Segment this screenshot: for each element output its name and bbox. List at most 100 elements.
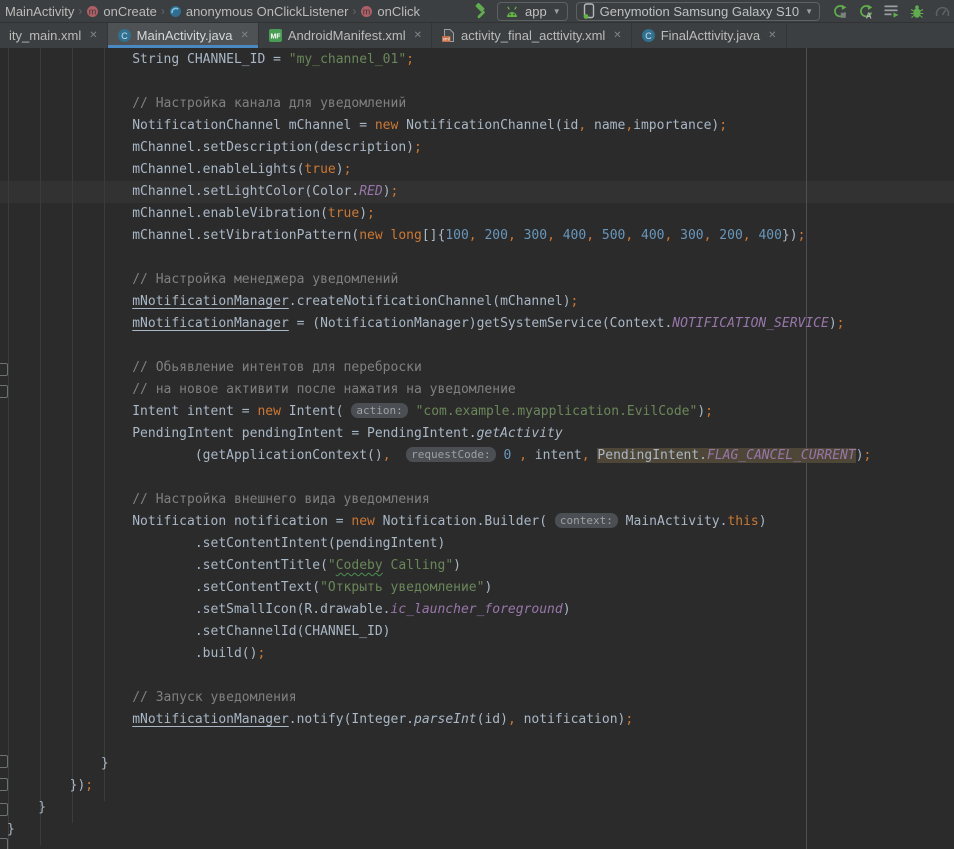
code-area: String CHANNEL_ID = "my_channel_01"; // … [0, 49, 954, 841]
code-line[interactable]: .setSmallIcon(R.drawable.ic_launcher_for… [0, 599, 954, 621]
tab-label: FinalActtivity.java [661, 28, 760, 43]
parameter-hint: requestCode: [406, 447, 495, 462]
phone-icon [583, 3, 595, 19]
code-line[interactable]: mNotificationManager = (NotificationMana… [0, 313, 954, 335]
code-line[interactable]: .setChannelId(CHANNEL_ID) [0, 621, 954, 643]
code-line[interactable]: Notification notification = new Notifica… [0, 511, 954, 533]
java-class-icon: C [641, 28, 656, 43]
device-label: Genymotion Samsung Galaxy S10 [600, 4, 799, 19]
code-line[interactable]: }); [0, 775, 954, 797]
code-line[interactable]: // Запуск уведомления [0, 687, 954, 709]
code-line[interactable]: mNotificationManager.notify(Integer.pars… [0, 709, 954, 731]
tab-label: activity_final_acttivity.xml [461, 28, 605, 43]
code-line[interactable] [0, 665, 954, 687]
code-line[interactable] [0, 335, 954, 357]
editor-tab-bar: ity_main.xml ✕ C MainActivity.java ✕ MF Androi… [0, 23, 954, 48]
tab-label: MainActivity.java [137, 28, 233, 43]
breadcrumb-item[interactable]: MainActivity [2, 4, 77, 19]
code-line[interactable]: NotificationChannel mChannel = new Notif… [0, 115, 954, 137]
profile-icon[interactable] [935, 4, 950, 18]
breadcrumb-item[interactable]: anonymous OnClickListener [166, 4, 352, 19]
code-line[interactable]: Intent intent = new Intent( action: "com… [0, 401, 954, 423]
breadcrumb-label: anonymous OnClickListener [186, 4, 349, 19]
code-line[interactable]: .setContentText("Открыть уведомление") [0, 577, 954, 599]
fold-marker[interactable] [0, 803, 8, 816]
code-line[interactable]: (getApplicationContext(), requestCode: 0… [0, 445, 954, 467]
anonymous-class-icon [169, 5, 182, 18]
tab-FinalActtivity.java[interactable]: C FinalActtivity.java ✕ [632, 23, 787, 48]
code-line[interactable]: } [0, 819, 954, 841]
fold-marker[interactable] [0, 778, 8, 791]
tab-activity_final_acttivity.xml[interactable]: xml activity_final_acttivity.xml ✕ [432, 23, 632, 48]
debug-icon[interactable] [910, 4, 924, 19]
run-configurations-icon[interactable] [884, 4, 899, 18]
method-icon: m [86, 5, 99, 18]
apply-changes-icon[interactable]: A [858, 4, 873, 19]
parameter-hint: action: [351, 403, 407, 418]
code-line[interactable]: // Настройка внешнего вида уведомления [0, 489, 954, 511]
breadcrumb: MainActivity›monCreate›anonymous OnClick… [2, 4, 423, 19]
code-line[interactable]: mChannel.enableLights(true); [0, 159, 954, 181]
rerun-icon[interactable] [832, 4, 847, 19]
breadcrumb-item[interactable]: m onCreate [83, 4, 159, 19]
fold-marker[interactable] [0, 385, 8, 398]
device-select[interactable]: Genymotion Samsung Galaxy S10 ▼ [576, 2, 820, 21]
android-studio-window: MainActivity›monCreate›anonymous OnClick… [0, 0, 954, 849]
close-icon[interactable]: ✕ [414, 30, 422, 41]
code-line[interactable]: .build(); [0, 643, 954, 665]
code-line[interactable]: } [0, 797, 954, 819]
method-icon: m [360, 5, 373, 18]
xml-layout-icon: xml [441, 28, 456, 43]
code-line[interactable]: // на новое активити после нажатия на ув… [0, 379, 954, 401]
breadcrumb-label: MainActivity [5, 4, 74, 19]
code-line[interactable]: .setContentTitle("Codeby Calling") [0, 555, 954, 577]
close-icon[interactable]: ✕ [613, 30, 621, 41]
tab-MainActivity.java[interactable]: C MainActivity.java ✕ [108, 23, 259, 48]
code-line[interactable] [0, 71, 954, 93]
svg-text:xml: xml [443, 37, 450, 42]
run-config-label: app [525, 4, 547, 19]
fold-marker[interactable] [0, 363, 8, 376]
svg-text:MF: MF [270, 34, 281, 41]
code-line[interactable] [0, 731, 954, 753]
svg-text:m: m [363, 6, 371, 16]
code-line[interactable]: // Настройка канала для уведомлений [0, 93, 954, 115]
code-line[interactable]: mChannel.setLightColor(Color.RED); [0, 181, 954, 203]
code-line[interactable]: // Настройка менеджера уведомлений [0, 269, 954, 291]
svg-text:C: C [121, 31, 128, 41]
code-line[interactable] [0, 467, 954, 489]
tab-ity_main.xml[interactable]: ity_main.xml ✕ [0, 23, 108, 48]
code-line[interactable]: PendingIntent pendingIntent = PendingInt… [0, 423, 954, 445]
toolbar-right: app ▼ Genymotion Samsung Galaxy S10 ▼ A [472, 2, 952, 21]
breadcrumb-label: onCreate [103, 4, 156, 19]
fold-marker[interactable] [0, 838, 8, 849]
code-line[interactable]: } [0, 753, 954, 775]
run-actions: A [832, 4, 950, 19]
svg-text:m: m [89, 6, 97, 16]
code-editor[interactable]: String CHANNEL_ID = "my_channel_01"; // … [0, 48, 954, 849]
close-icon[interactable]: ✕ [768, 30, 776, 41]
chevron-down-icon: ▼ [553, 7, 561, 16]
navigation-bar: MainActivity›monCreate›anonymous OnClick… [0, 0, 954, 23]
java-class-icon: C [117, 28, 132, 43]
code-line[interactable]: // Обьявление интентов для переброски [0, 357, 954, 379]
chevron-down-icon: ▼ [805, 7, 813, 16]
tab-label: AndroidManifest.xml [288, 28, 406, 43]
code-line[interactable]: mChannel.setDescription(description); [0, 137, 954, 159]
code-line[interactable] [0, 247, 954, 269]
android-robot-icon [504, 5, 520, 18]
tab-AndroidManifest.xml[interactable]: MF AndroidManifest.xml ✕ [259, 23, 432, 48]
run-config-select[interactable]: app ▼ [497, 2, 568, 21]
code-line[interactable]: mNotificationManager.createNotificationC… [0, 291, 954, 313]
close-icon[interactable]: ✕ [89, 30, 97, 41]
code-line[interactable]: mChannel.setVibrationPattern(new long[]{… [0, 225, 954, 247]
code-line[interactable]: mChannel.enableVibration(true); [0, 203, 954, 225]
code-line[interactable]: String CHANNEL_ID = "my_channel_01"; [0, 49, 954, 71]
manifest-icon: MF [268, 28, 283, 43]
fold-marker[interactable] [0, 755, 8, 768]
code-line[interactable]: .setContentIntent(pendingIntent) [0, 533, 954, 555]
close-icon[interactable]: ✕ [240, 30, 248, 41]
tab-label: ity_main.xml [9, 28, 81, 43]
breadcrumb-item[interactable]: monClick [357, 4, 423, 19]
build-hammer-icon[interactable] [472, 3, 489, 20]
